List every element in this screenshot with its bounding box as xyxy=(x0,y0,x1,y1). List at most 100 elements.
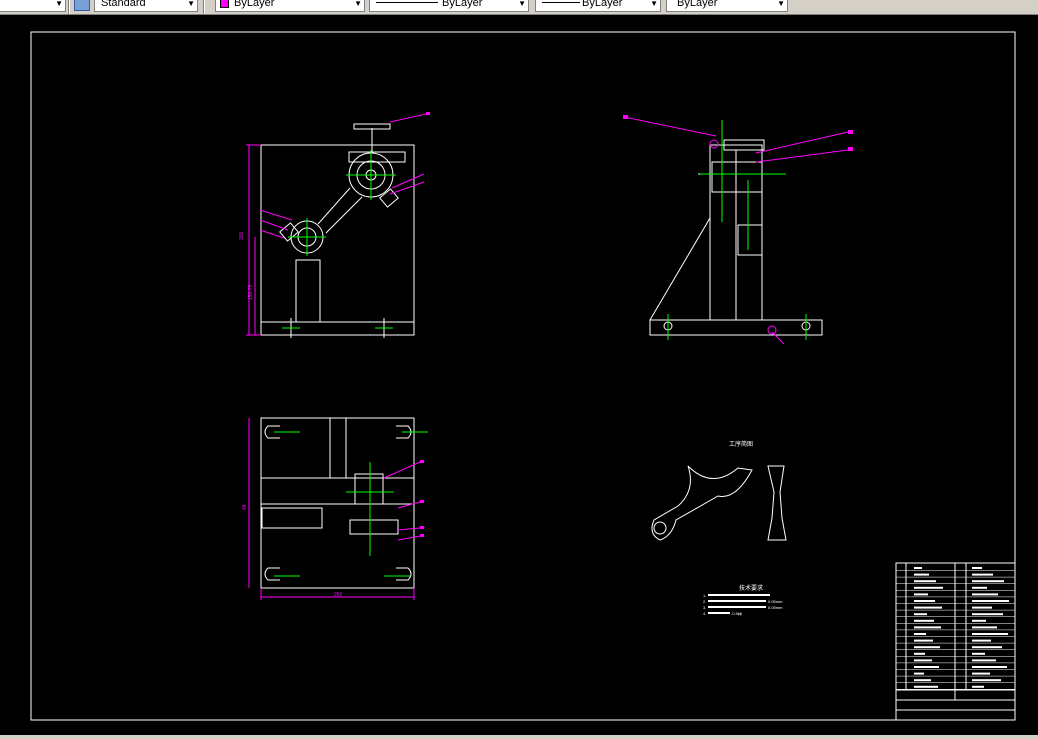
title-block-cell-text xyxy=(914,580,936,583)
title-block-cell-text xyxy=(914,633,926,635)
title-block-cell-text xyxy=(914,652,925,655)
title-block-cell-text xyxy=(972,685,984,688)
tech-requirements-list: 1. 2. 0.05mm 3. 0.05mm 4. -0.5㎜ xyxy=(703,593,783,616)
title-block-cell-text xyxy=(972,613,1003,616)
tech-item-text xyxy=(708,600,766,602)
side-pin-block xyxy=(737,224,763,256)
chevron-down-icon[interactable]: ▼ xyxy=(650,0,658,8)
color-swatch xyxy=(220,0,229,8)
dim-style-combo[interactable]: Standard ▼ xyxy=(94,0,198,12)
front-centerlines xyxy=(282,150,396,329)
title-block-cell-text xyxy=(914,659,932,662)
tech-item-text xyxy=(708,606,766,608)
linetype-combo[interactable]: ByLayer ▼ xyxy=(369,0,529,12)
part-marker xyxy=(709,139,719,149)
side-view xyxy=(649,139,823,336)
toolbar-separator xyxy=(68,0,70,14)
title-block-cell-text xyxy=(972,659,996,662)
top-view xyxy=(260,417,415,589)
side-centerlines xyxy=(667,120,807,340)
title-block-cell-text xyxy=(914,619,934,622)
tech-note: -0.5㎜ xyxy=(731,611,742,616)
title-block-cell-text xyxy=(914,567,922,569)
leader-7 xyxy=(623,116,717,137)
title-block-cell-text xyxy=(914,639,933,642)
properties-toolbar: ▼ Standard ▼ ByLayer ▼ ByLayer ▼ ByLayer… xyxy=(0,0,1038,15)
title-block-cell-text xyxy=(972,646,1002,649)
front-support-block xyxy=(295,259,321,323)
title-block-cell-text xyxy=(972,626,997,629)
front-body-outline xyxy=(260,144,415,336)
part-tag xyxy=(420,460,424,463)
dim-text-width: 260 xyxy=(334,592,343,598)
chevron-down-icon[interactable]: ▼ xyxy=(187,0,195,8)
side-rib xyxy=(649,216,711,321)
top-screw-body xyxy=(349,519,399,535)
title-block-cell-text xyxy=(914,685,938,688)
leader-14 xyxy=(397,535,421,541)
tech-item: 1. xyxy=(703,593,706,598)
title-block-cell-text xyxy=(972,672,990,675)
top-column xyxy=(329,417,347,479)
dim-text-lower: 158.75 xyxy=(248,284,254,300)
chevron-down-icon[interactable]: ▼ xyxy=(354,0,362,8)
title-block-cell-text xyxy=(972,567,982,569)
top-base-outline xyxy=(260,417,415,589)
lineweight-combo[interactable]: ByLayer ▼ xyxy=(535,0,661,12)
part-tag xyxy=(420,500,424,503)
tech-note: 0.05mm xyxy=(768,605,783,610)
text-style-combo[interactable]: ▼ xyxy=(0,0,66,12)
leader-3 xyxy=(389,181,425,195)
leader-4 xyxy=(259,209,293,221)
part-tag xyxy=(848,147,853,151)
chevron-down-icon[interactable]: ▼ xyxy=(777,0,785,8)
part-number-tags xyxy=(420,112,853,537)
leader-13 xyxy=(397,527,421,531)
workpiece-sketch xyxy=(651,465,787,541)
status-bar xyxy=(0,735,1038,739)
tech-item: 3. xyxy=(703,605,706,610)
part-tag xyxy=(426,112,430,115)
title-block-cell-text xyxy=(972,619,986,622)
side-base-plate xyxy=(649,319,823,336)
leader-8 xyxy=(755,131,849,154)
dim-text-side: 48 xyxy=(242,504,248,510)
top-arm-band xyxy=(260,477,415,505)
chevron-down-icon[interactable]: ▼ xyxy=(518,0,526,8)
title-block-cell-text xyxy=(914,672,924,675)
drawing-canvas[interactable]: 300 158.75 260 48 工序简图 技术要求 1. 2. 0.05mm… xyxy=(0,15,1038,735)
title-block-cell-text xyxy=(914,626,941,629)
workpiece-label: 工序简图 xyxy=(729,440,753,448)
part-marker xyxy=(767,325,777,335)
title-block-cell-text xyxy=(914,593,928,596)
title-block-cell-text xyxy=(914,600,935,602)
chevron-down-icon[interactable]: ▼ xyxy=(55,0,63,8)
title-block xyxy=(895,562,1016,721)
dim-text-height: 300 xyxy=(239,231,245,240)
plotstyle-combo[interactable]: ByLayer ▼ xyxy=(666,0,788,12)
title-block-cell-text xyxy=(972,586,987,589)
title-block-cell-text xyxy=(914,679,931,682)
title-block-cell-text xyxy=(972,600,1009,602)
top-slot-br xyxy=(396,567,412,581)
front-view xyxy=(260,123,415,338)
dim-style-value: Standard xyxy=(101,0,146,9)
tech-item-text xyxy=(708,612,730,614)
side-clamp-body xyxy=(711,161,763,193)
dim-style-icon[interactable] xyxy=(74,0,90,11)
title-block-cell-text xyxy=(914,586,943,589)
title-block-cell-text xyxy=(972,580,1004,583)
leader-11 xyxy=(383,461,421,479)
plotstyle-value: ByLayer xyxy=(677,0,718,9)
connecting-rod-side xyxy=(767,465,787,541)
title-block-cell-text xyxy=(972,633,1008,635)
tech-item: 2. xyxy=(703,599,706,604)
color-combo[interactable]: ByLayer ▼ xyxy=(215,0,365,12)
title-block-cell-text xyxy=(972,573,993,576)
title-block-cell-text xyxy=(972,639,991,642)
title-block-cell-text xyxy=(972,679,1001,682)
color-value: ByLayer xyxy=(234,0,275,9)
part-tag xyxy=(848,130,853,134)
title-block-cell-text xyxy=(972,652,985,655)
title-block-cell-text xyxy=(914,646,940,649)
